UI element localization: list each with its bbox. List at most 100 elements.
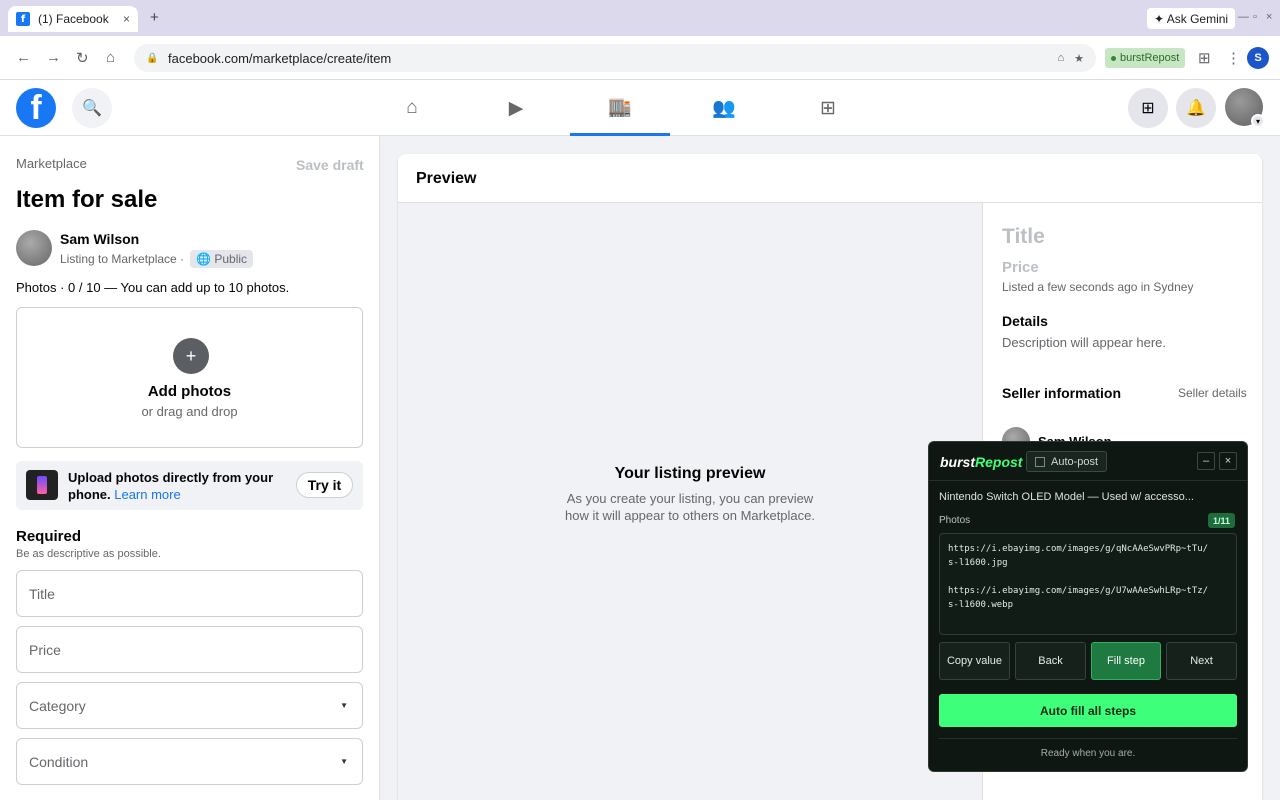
- notifications-bell-icon[interactable]: 🔔: [1176, 88, 1216, 128]
- category-select[interactable]: Category ▼: [16, 682, 363, 729]
- account-chevron-icon[interactable]: ▾: [1251, 114, 1265, 128]
- preview-header: Preview: [398, 154, 1262, 203]
- breadcrumb[interactable]: Marketplace: [16, 156, 87, 171]
- add-photo-plus-icon[interactable]: +: [173, 338, 209, 374]
- category-select-label: Category: [29, 697, 86, 714]
- nav-video-icon[interactable]: ▶: [466, 80, 566, 136]
- seller-details-link[interactable]: Seller details: [1178, 386, 1247, 400]
- divider: [939, 738, 1237, 739]
- title-field-label: Title: [29, 585, 55, 602]
- browser-menu-icon[interactable]: ⋮: [1226, 49, 1241, 67]
- preview-item-price: Price: [1002, 259, 1039, 276]
- preview-stage-subtitle: As you create your listing, you can prev…: [564, 491, 815, 523]
- required-subtext: Be as descriptive as possible.: [16, 548, 161, 560]
- add-photos-dropzone[interactable]: + Add photos or drag and drop: [16, 307, 363, 448]
- seller-name: Sam Wilson: [60, 231, 140, 247]
- listing-to-text: Listing to Marketplace ·: [60, 252, 185, 266]
- facebook-header: f 🔍 ⌂ ▶ 🏬 👥 ⊞ ⊞ 🔔 ▾: [0, 80, 1280, 136]
- nav-marketplace-icon[interactable]: 🏬: [570, 80, 670, 136]
- next-button[interactable]: Next: [1166, 642, 1237, 680]
- close-window-icon[interactable]: ×: [1266, 11, 1272, 23]
- address-bar[interactable]: 🔒 facebook.com/marketplace/create/item ⌂…: [134, 44, 1096, 72]
- drag-drop-hint: or drag and drop: [141, 404, 238, 419]
- facebook-logo-icon[interactable]: f: [16, 88, 56, 128]
- nav-groups-icon[interactable]: 👥: [674, 80, 774, 136]
- site-lock-icon[interactable]: 🔒: [146, 53, 158, 64]
- tab-close-icon[interactable]: ×: [123, 12, 130, 26]
- photos-count-label: Photos · 0 / 10 — You can add up to 10 p…: [16, 280, 290, 295]
- price-field[interactable]: Price: [16, 626, 363, 673]
- auto-post-toggle[interactable]: Auto-post: [1026, 451, 1108, 472]
- install-app-icon[interactable]: ⌂: [1057, 52, 1064, 64]
- status-text: Ready when you are.: [1040, 748, 1136, 759]
- auto-post-label: Auto-post: [1051, 455, 1099, 468]
- preview-listed-time: Listed a few seconds ago in Sydney: [1002, 280, 1194, 294]
- listing-destination: Listing to Marketplace · 🌐 Public: [60, 250, 254, 268]
- browser-profile-avatar[interactable]: S: [1247, 47, 1269, 69]
- fill-step-button[interactable]: Fill step: [1091, 642, 1161, 680]
- phone-upload-banner: Upload photos directly from your phone. …: [16, 461, 363, 510]
- burstrepost-panel: burstRepost Auto-post – × Nintendo Switc…: [928, 441, 1248, 772]
- privacy-public-button[interactable]: 🌐 Public: [190, 250, 254, 268]
- auto-fill-all-button[interactable]: Auto fill all steps: [939, 694, 1237, 727]
- extensions-grid-icon[interactable]: ⊞: [1198, 49, 1211, 67]
- maximize-window-icon[interactable]: ▫: [1253, 11, 1257, 23]
- logo-part-repost: Repost: [975, 454, 1023, 470]
- browser-tab-bar: f (1) Facebook × + ✦ Ask Gemini — ▫ ×: [0, 0, 1280, 36]
- required-heading: Required: [16, 528, 82, 545]
- ask-gemini-button[interactable]: ✦ Ask Gemini: [1147, 8, 1236, 29]
- seller-avatar: [16, 230, 52, 266]
- status-dot-icon: [1111, 55, 1116, 61]
- burstrepost-logo: burstRepost: [940, 454, 1022, 470]
- condition-select-label: Condition: [29, 753, 89, 770]
- browser-toolbar: ← → ↻ ⌂ 🔒 facebook.com/marketplace/creat…: [0, 36, 1280, 80]
- photos-step-badge: 1/11: [1208, 513, 1236, 528]
- preview-details-heading: Details: [1002, 313, 1048, 329]
- phone-upload-text: Upload photos directly from your phone. …: [68, 469, 288, 503]
- facebook-favicon-icon: f: [16, 12, 30, 26]
- divider: [929, 480, 1247, 481]
- bookmark-star-icon[interactable]: ★: [1074, 52, 1084, 65]
- home-icon[interactable]: ⌂: [106, 49, 115, 66]
- chevron-down-icon: ▼: [340, 757, 348, 766]
- back-button[interactable]: Back: [1015, 642, 1086, 680]
- reload-icon[interactable]: ↻: [76, 49, 89, 67]
- price-field-label: Price: [29, 641, 61, 658]
- preview-title: Preview: [416, 170, 477, 187]
- forward-arrow-icon[interactable]: →: [46, 49, 61, 66]
- photo-urls-textarea[interactable]: https://i.ebayimg.com/images/g/qNcAAeSwv…: [939, 533, 1237, 635]
- save-draft-button[interactable]: Save draft: [296, 157, 364, 173]
- nav-home-icon[interactable]: ⌂: [362, 80, 462, 136]
- burstrepost-extension-badge[interactable]: burstRepost: [1105, 48, 1186, 68]
- new-tab-icon[interactable]: +: [150, 9, 159, 26]
- copy-value-button[interactable]: Copy value: [939, 642, 1010, 680]
- add-photos-label: Add photos: [147, 383, 232, 400]
- seller-info-heading: Seller information: [1002, 385, 1122, 401]
- close-panel-button[interactable]: ×: [1219, 452, 1237, 470]
- extension-label: burstRepost: [1120, 52, 1180, 64]
- phone-upload-icon: [26, 470, 58, 500]
- try-it-button[interactable]: Try it: [296, 472, 353, 498]
- minimize-panel-button[interactable]: –: [1197, 452, 1215, 470]
- back-arrow-icon[interactable]: ←: [16, 49, 31, 66]
- search-icon[interactable]: 🔍: [72, 88, 112, 128]
- create-listing-sidebar: Marketplace Save draft Item for sale Sam…: [0, 136, 380, 800]
- preview-item-title: Title: [1002, 225, 1045, 248]
- logo-part-burst: burst: [940, 454, 975, 470]
- learn-more-link[interactable]: Learn more: [114, 487, 180, 502]
- checkbox-icon[interactable]: [1035, 456, 1045, 467]
- preview-stage-title: Your listing preview: [614, 465, 766, 482]
- account-avatar[interactable]: ▾: [1225, 88, 1265, 128]
- condition-select[interactable]: Condition ▼: [16, 738, 363, 785]
- tab-title: (1) Facebook: [38, 12, 109, 26]
- nav-gaming-icon[interactable]: ⊞: [778, 80, 878, 136]
- url-text[interactable]: facebook.com/marketplace/create/item: [168, 51, 1047, 66]
- minimize-window-icon[interactable]: —: [1238, 11, 1249, 23]
- title-field[interactable]: Title: [16, 570, 363, 617]
- photos-label: Photos: [939, 515, 971, 526]
- preview-description: Description will appear here.: [1002, 335, 1167, 350]
- chevron-down-icon: ▼: [340, 701, 348, 710]
- page-title: Item for sale: [16, 186, 158, 213]
- browser-tab[interactable]: f (1) Facebook ×: [8, 6, 138, 32]
- menu-grid-icon[interactable]: ⊞: [1128, 88, 1168, 128]
